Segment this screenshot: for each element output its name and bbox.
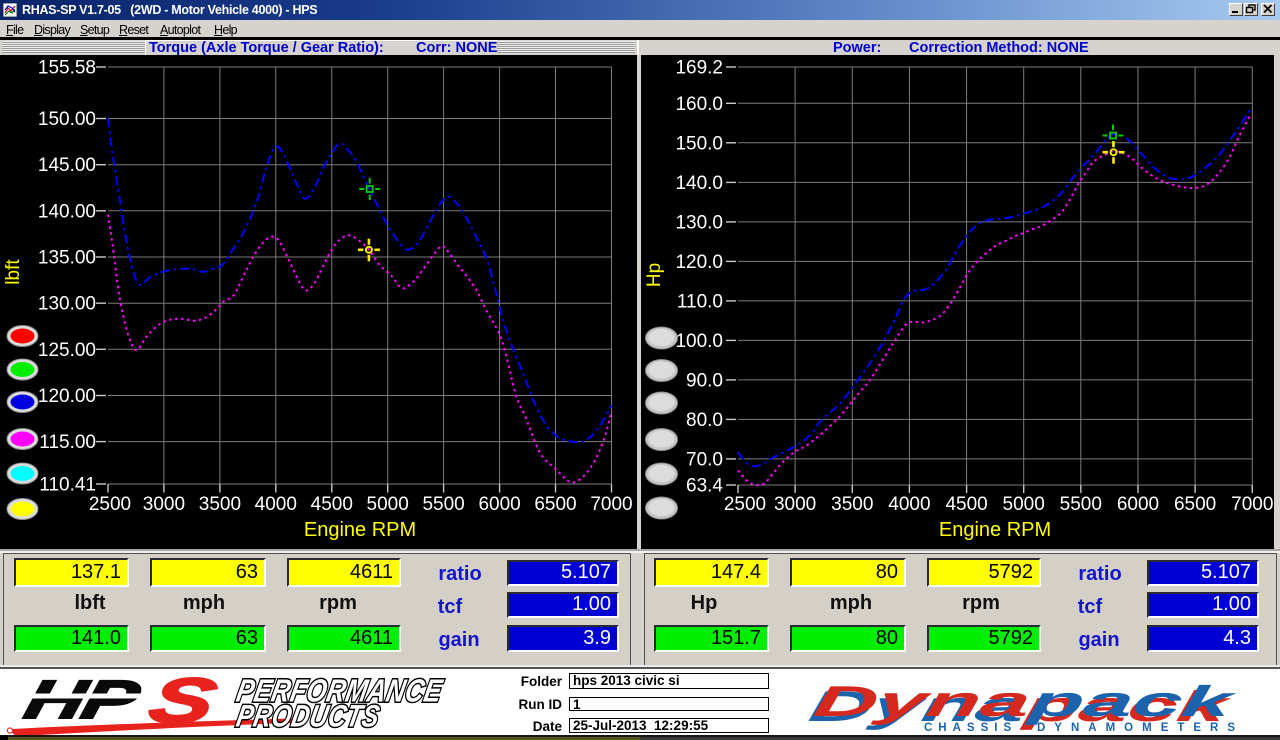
svg-text:pack: pack: [1024, 677, 1240, 725]
svg-text:4500: 4500: [945, 494, 987, 515]
svg-text:Engine RPM: Engine RPM: [304, 519, 416, 541]
svg-text:3500: 3500: [831, 494, 873, 515]
svg-text:80.0: 80.0: [686, 410, 723, 431]
svg-text:3500: 3500: [199, 494, 241, 515]
svg-text:5000: 5000: [1003, 494, 1045, 515]
svg-text:115.00: 115.00: [39, 432, 96, 453]
svg-text:4000: 4000: [255, 494, 297, 515]
svg-text:6000: 6000: [1117, 494, 1159, 515]
svg-text:4500: 4500: [311, 494, 353, 515]
svg-text:5500: 5500: [1060, 494, 1102, 515]
svg-text:125.00: 125.00: [38, 340, 96, 361]
svg-text:Hp: Hp: [644, 263, 665, 287]
svg-text:4000: 4000: [888, 494, 930, 515]
svg-text:100.0: 100.0: [675, 331, 723, 352]
svg-text:2500: 2500: [89, 494, 131, 515]
svg-text:3000: 3000: [774, 494, 816, 515]
svg-text:169.2: 169.2: [675, 58, 723, 79]
svg-text:HP: HP: [19, 669, 146, 730]
svg-text:2500: 2500: [724, 494, 766, 515]
svg-text:PRODUCTS: PRODUCTS: [234, 699, 383, 734]
svg-text:6500: 6500: [534, 494, 576, 515]
svg-text:CHASSIS: CHASSIS: [924, 722, 1017, 734]
svg-text:140.0: 140.0: [675, 173, 723, 194]
svg-text:70.0: 70.0: [686, 449, 723, 470]
svg-text:120.00: 120.00: [38, 386, 96, 407]
svg-text:150.0: 150.0: [675, 133, 723, 154]
svg-text:135.00: 135.00: [38, 248, 96, 269]
svg-text:155.58: 155.58: [38, 58, 96, 79]
svg-text:120.0: 120.0: [675, 252, 723, 273]
svg-text:lbft: lbft: [3, 259, 24, 285]
svg-text:130.00: 130.00: [38, 294, 96, 315]
svg-text:90.0: 90.0: [686, 370, 723, 391]
svg-text:5500: 5500: [422, 494, 464, 515]
svg-text:6500: 6500: [1174, 494, 1216, 515]
svg-text:63.4: 63.4: [686, 476, 723, 497]
svg-text:5000: 5000: [367, 494, 409, 515]
svg-text:145.00: 145.00: [38, 155, 96, 176]
svg-text:160.0: 160.0: [675, 94, 723, 115]
svg-text:110.0: 110.0: [677, 291, 723, 312]
svg-text:130.0: 130.0: [675, 212, 723, 233]
svg-text:110.41: 110.41: [39, 475, 96, 496]
svg-text:DYNAMOMETERS: DYNAMOMETERS: [1037, 722, 1244, 734]
svg-text:Engine RPM: Engine RPM: [939, 519, 1051, 541]
svg-text:7000: 7000: [1231, 494, 1273, 515]
svg-text:3000: 3000: [143, 494, 185, 515]
svg-text:7000: 7000: [590, 494, 632, 515]
svg-text:6000: 6000: [478, 494, 520, 515]
svg-text:140.00: 140.00: [38, 201, 96, 222]
svg-text:150.00: 150.00: [38, 109, 96, 130]
svg-text:Dyna: Dyna: [810, 677, 1034, 725]
